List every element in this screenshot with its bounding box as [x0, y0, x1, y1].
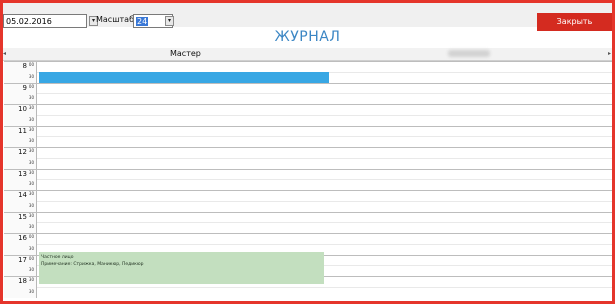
time-minutes-bottom: 30 [28, 95, 34, 101]
scale-label: Масштаб: [96, 15, 137, 24]
time-hour: 15 [18, 212, 27, 221]
time-hour: 8 [22, 62, 27, 70]
time-minutes-top: 00 [28, 83, 34, 89]
time-minutes-bottom: 30 [28, 116, 34, 122]
time-minutes-top: 30 [28, 105, 34, 110]
time-minutes-top: 30 [28, 277, 34, 282]
scale-dropdown-icon[interactable]: ▾ [165, 16, 174, 26]
time-cell: 9 00 30 [4, 82, 37, 104]
time-minutes-top: 00 [28, 255, 34, 261]
time-hour: 13 [18, 169, 27, 178]
half-hour-line [37, 93, 612, 95]
time-hour: 11 [18, 126, 27, 135]
time-minutes-top: 30 [28, 169, 34, 175]
time-row: 11 30 30 [4, 125, 612, 147]
date-field[interactable]: 05.02.2016 [3, 14, 87, 28]
hour-line [4, 61, 612, 62]
time-hour: 9 [22, 83, 27, 92]
time-minutes-bottom: 30 [28, 138, 34, 144]
blurred-master-name [448, 50, 490, 57]
time-minutes-top: 30 [28, 148, 34, 153]
hour-line [4, 233, 612, 234]
time-hour: 14 [18, 191, 27, 199]
appointment-block-blue[interactable] [39, 72, 329, 83]
time-hour: 18 [18, 277, 27, 285]
appointment-block-green[interactable]: Частное лицо Примечание: Стрижка, Маникю… [39, 252, 324, 284]
hour-line [4, 104, 612, 105]
time-row: 15 30 30 [4, 211, 612, 233]
half-hour-line [37, 286, 612, 288]
half-hour-line [37, 200, 612, 202]
time-minutes-bottom: 30 [28, 159, 34, 165]
time-cell: 15 30 30 [4, 211, 37, 233]
master-column-label: Мастер [170, 49, 201, 58]
time-row: 9 00 30 [4, 82, 612, 104]
time-minutes-top: 30 [28, 191, 34, 196]
half-hour-line [37, 179, 612, 181]
hour-line [4, 168, 612, 170]
time-minutes-top: 00 [28, 62, 34, 67]
scroll-right-icon[interactable]: ▸ [608, 48, 613, 60]
half-hour-line [37, 136, 612, 138]
half-hour-line [37, 243, 612, 245]
time-cell: 11 30 30 [4, 125, 37, 147]
time-minutes-top: 00 [28, 234, 34, 239]
hour-line [4, 147, 612, 148]
time-cell: 17 00 30 [4, 254, 37, 276]
time-minutes-bottom: 30 [28, 267, 34, 273]
time-cell: 14 30 30 [4, 190, 37, 212]
time-minutes-top: 30 [28, 212, 34, 218]
appointment-note: Примечание: Стрижка, Маникюр, Педикюр [41, 262, 144, 267]
time-hour: 17 [18, 255, 27, 264]
hour-line [4, 190, 612, 191]
time-minutes-bottom: 30 [28, 73, 34, 79]
time-hour: 12 [18, 148, 27, 156]
hour-line [4, 211, 612, 213]
half-hour-line [37, 222, 612, 224]
time-minutes-bottom: 30 [28, 181, 34, 187]
time-minutes-bottom: 30 [28, 245, 34, 251]
time-hour: 16 [18, 234, 27, 242]
time-cell: 13 30 30 [4, 168, 37, 190]
time-row: 14 30 30 [4, 190, 612, 212]
half-hour-line [37, 157, 612, 159]
time-minutes-top: 30 [28, 126, 34, 132]
appointment-client: Частное лицо [41, 255, 74, 260]
time-minutes-bottom: 30 [28, 224, 34, 230]
time-hour: 10 [18, 105, 27, 113]
page-title: ЖУРНАЛ [274, 29, 341, 45]
time-row: 13 30 30 [4, 168, 612, 190]
time-minutes-bottom: 30 [28, 202, 34, 208]
time-cell: 16 00 30 [4, 233, 37, 255]
time-row: 12 30 30 [4, 147, 612, 169]
scroll-left-icon[interactable]: ◂ [3, 48, 9, 60]
time-cell: 18 30 30 [4, 276, 37, 298]
time-row: 10 30 30 [4, 104, 612, 126]
time-cell: 12 30 30 [4, 147, 37, 169]
hour-line [4, 125, 612, 127]
time-cell: 10 30 30 [4, 104, 37, 126]
column-header [3, 48, 612, 61]
time-cell: 8 00 30 [4, 61, 37, 83]
scale-value: 24 [136, 17, 149, 26]
time-minutes-bottom: 30 [28, 288, 34, 294]
half-hour-line [37, 114, 612, 116]
